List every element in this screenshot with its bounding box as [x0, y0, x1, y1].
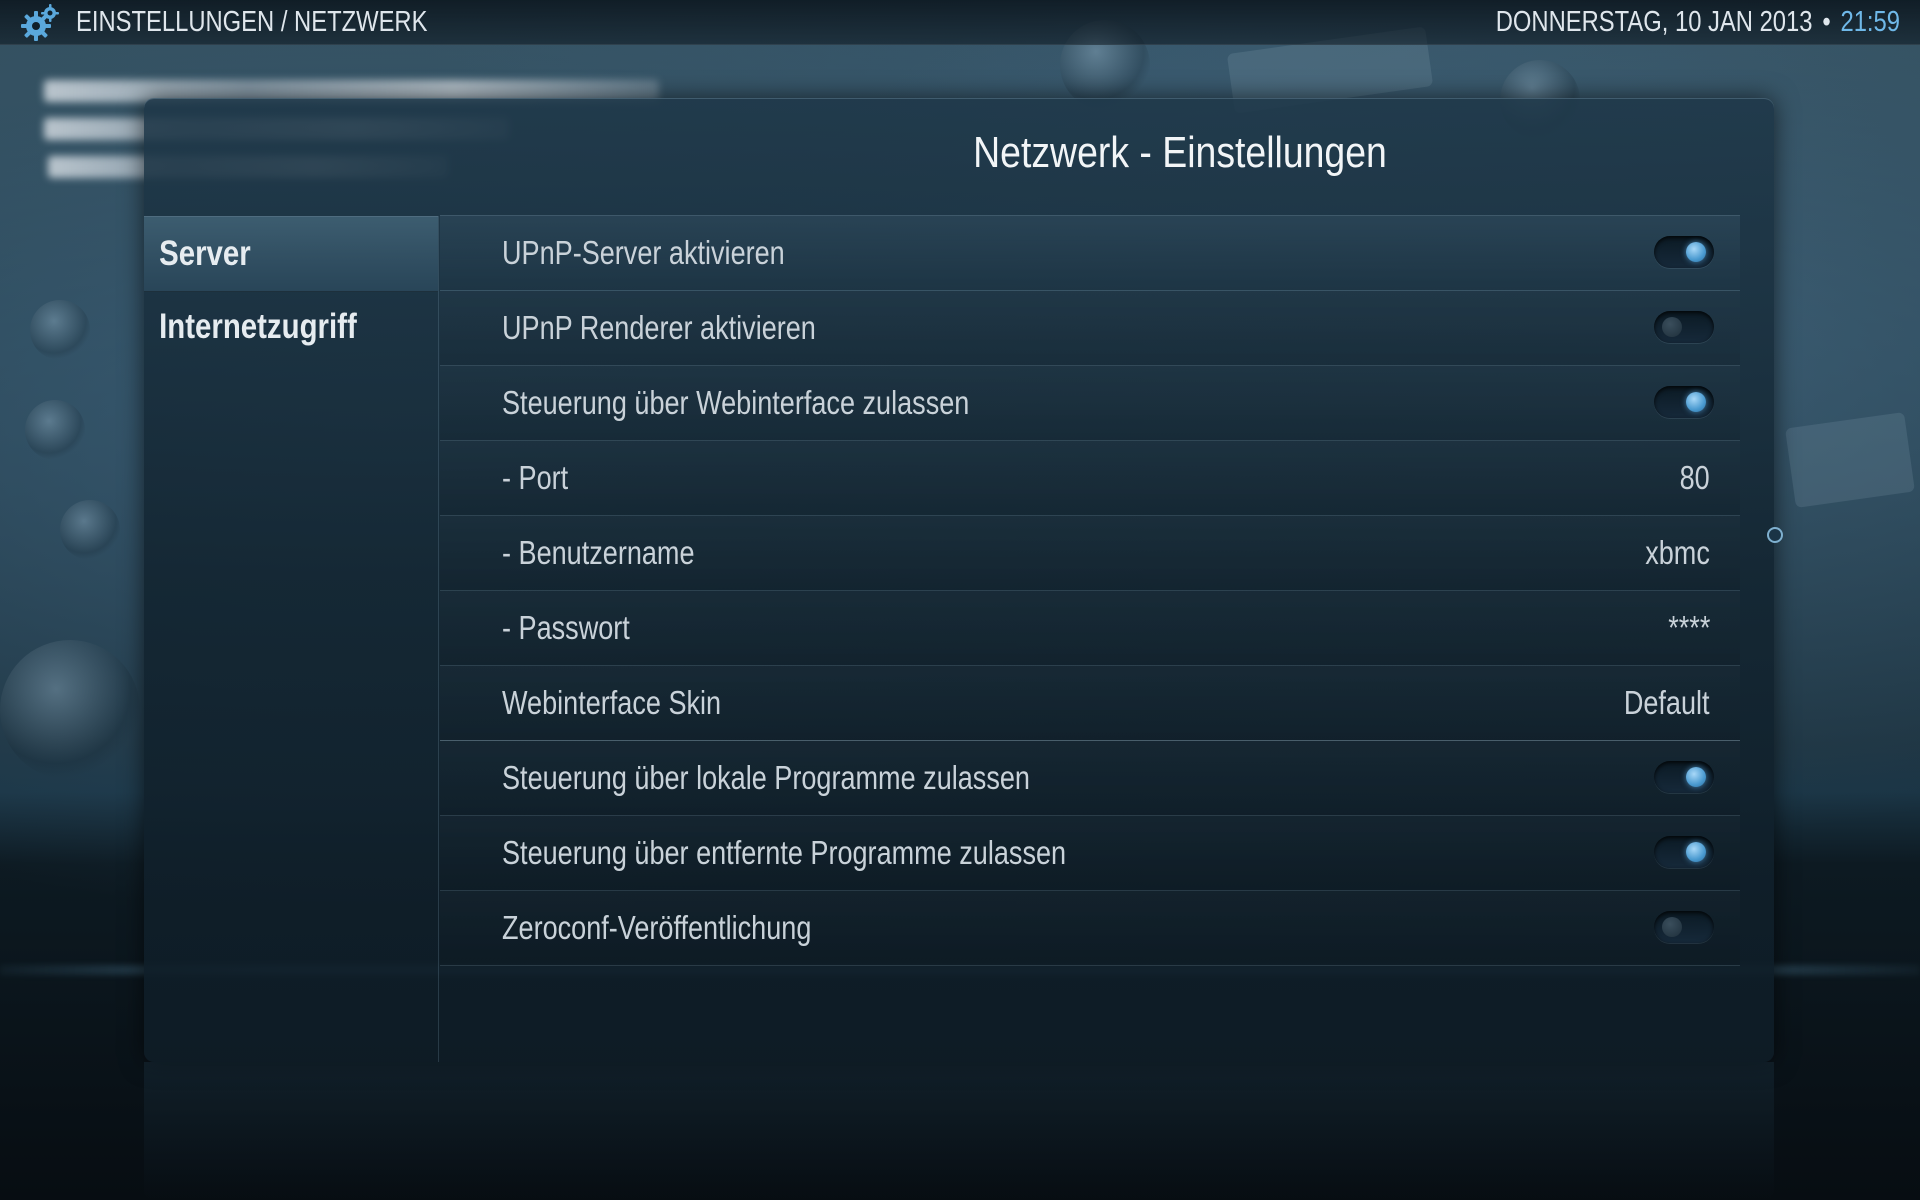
setting-label: UPnP Renderer aktivieren — [502, 309, 816, 346]
gear-icon — [18, 2, 62, 42]
setting-label: Steuerung über lokale Programme zulassen — [502, 759, 1030, 796]
sidebar: Server Internetzugriff — [144, 216, 439, 1062]
page-title: Netzwerk - Einstellungen — [973, 128, 1387, 177]
sidebar-item-server[interactable]: Server — [144, 216, 438, 292]
webinterface-control-toggle[interactable] — [1654, 386, 1714, 418]
setting-webinterface-control[interactable]: Steuerung über Webinterface zulassen — [440, 366, 1740, 441]
setting-label: Steuerung über entfernte Programme zulas… — [502, 834, 1067, 871]
upnp-server-toggle[interactable] — [1654, 236, 1714, 268]
panel-reflection — [144, 1062, 1774, 1200]
setting-label: UPnP-Server aktivieren — [502, 234, 785, 271]
sidebar-item-internetzugriff[interactable]: Internetzugriff — [144, 290, 438, 364]
toggle-knob — [1686, 767, 1706, 787]
setting-label: - Port — [502, 459, 569, 496]
toggle-knob — [1686, 842, 1706, 862]
skin-value: Default — [1624, 684, 1710, 721]
setting-username[interactable]: - Benutzername xbmc — [440, 516, 1740, 591]
port-value: 80 — [1679, 459, 1710, 496]
sidebar-item-label: Server — [159, 234, 251, 273]
upnp-renderer-toggle[interactable] — [1654, 311, 1714, 343]
top-bar: EINSTELLUNGEN / NETZWERK DONNERSTAG, 10 … — [0, 0, 1920, 45]
remote-programs-toggle[interactable] — [1654, 836, 1714, 868]
setting-port[interactable]: - Port 80 — [440, 441, 1740, 516]
separator-dot: • — [1822, 6, 1831, 38]
setting-label: - Passwort — [502, 609, 630, 646]
background: EINSTELLUNGEN / NETZWERK DONNERSTAG, 10 … — [0, 0, 1920, 1200]
password-value: **** — [1667, 609, 1710, 646]
toggle-knob — [1686, 242, 1706, 262]
setting-upnp-server[interactable]: UPnP-Server aktivieren — [440, 216, 1740, 291]
scroll-indicator[interactable] — [1767, 527, 1783, 543]
setting-label: Steuerung über Webinterface zulassen — [502, 384, 970, 421]
setting-label: Zeroconf-Veröffentlichung — [502, 909, 812, 946]
setting-local-programs[interactable]: Steuerung über lokale Programme zulassen — [440, 741, 1740, 816]
date-time: DONNERSTAG, 10 JAN 2013 • 21:59 — [1496, 6, 1900, 39]
setting-webinterface-skin[interactable]: Webinterface Skin Default — [440, 666, 1740, 741]
sidebar-item-label: Internetzugriff — [159, 307, 357, 346]
toggle-knob — [1686, 392, 1706, 412]
username-value: xbmc — [1645, 534, 1710, 571]
setting-label: Webinterface Skin — [502, 684, 722, 721]
setting-remote-programs[interactable]: Steuerung über entfernte Programme zulas… — [440, 816, 1740, 891]
setting-zeroconf[interactable]: Zeroconf-Veröffentlichung — [440, 891, 1740, 966]
clock-time: 21:59 — [1840, 6, 1900, 38]
zeroconf-toggle[interactable] — [1654, 911, 1714, 943]
settings-list: UPnP-Server aktivieren UPnP Renderer akt… — [440, 216, 1740, 966]
date-text: DONNERSTAG, 10 JAN 2013 — [1495, 6, 1813, 38]
toggle-knob — [1662, 917, 1682, 937]
setting-password[interactable]: - Passwort **** — [440, 591, 1740, 666]
local-programs-toggle[interactable] — [1654, 761, 1714, 793]
breadcrumb: EINSTELLUNGEN / NETZWERK — [76, 6, 428, 38]
setting-upnp-renderer[interactable]: UPnP Renderer aktivieren — [440, 291, 1740, 366]
toggle-knob — [1662, 317, 1682, 337]
setting-label: - Benutzername — [502, 534, 695, 571]
